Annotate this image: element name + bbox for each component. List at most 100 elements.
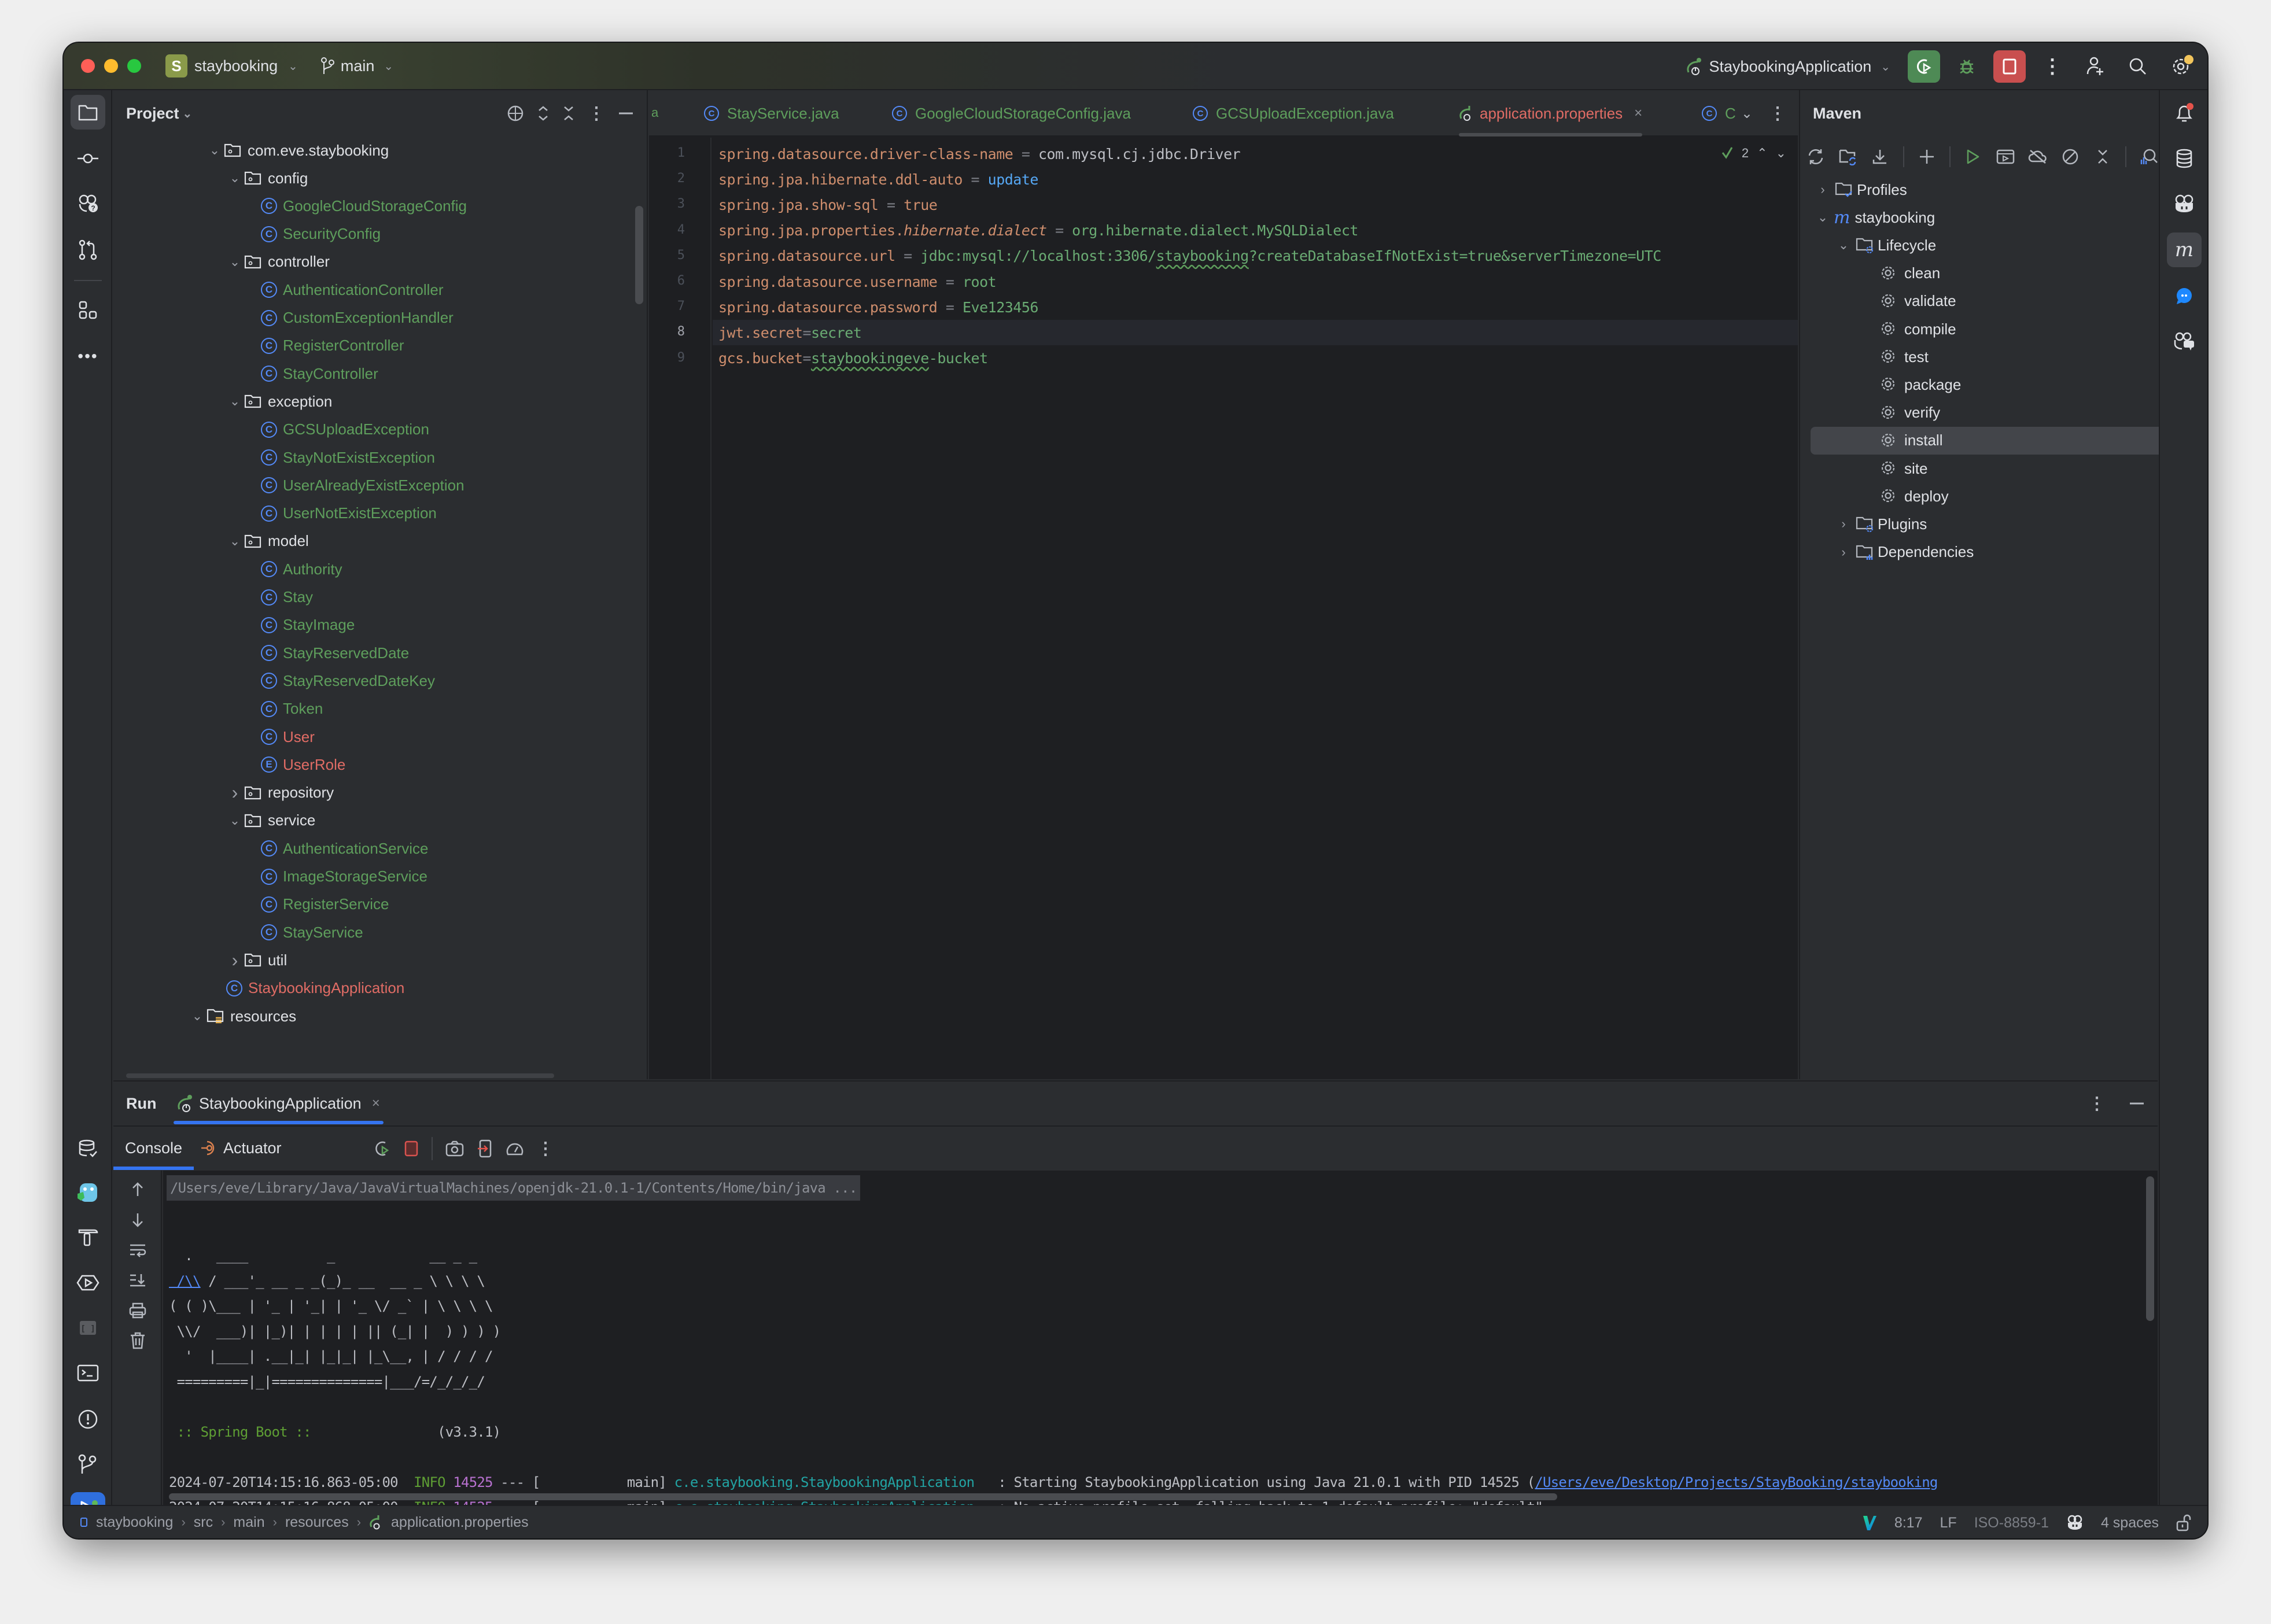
minimize-window-button[interactable] bbox=[104, 59, 118, 73]
chevron-down-icon[interactable]: ⌄ bbox=[183, 106, 193, 121]
maven-tree-item[interactable]: › Profiles bbox=[1814, 176, 1907, 204]
maven-tree-item[interactable]: compile bbox=[1880, 315, 2111, 343]
build-hammer-icon[interactable] bbox=[71, 1220, 105, 1255]
log-file-link[interactable]: /Users/eve/Desktop/Projects/StayBooking/… bbox=[1535, 1474, 1938, 1490]
import-icon[interactable] bbox=[477, 1139, 493, 1158]
download-sources-icon[interactable] bbox=[1871, 147, 1890, 167]
console-more-icon[interactable]: ⋮ bbox=[537, 1139, 554, 1159]
project-selector[interactable]: S staybooking ⌄ bbox=[165, 54, 298, 77]
debug-button[interactable] bbox=[1951, 50, 1983, 83]
log-logger[interactable]: c.e.staybooking.StaybookingApplication bbox=[674, 1499, 990, 1505]
chevron-down-icon[interactable]: ⌄ bbox=[206, 143, 223, 158]
maven-tree-item[interactable]: ⌄ Lifecycle bbox=[1835, 231, 1936, 259]
inspection-widget[interactable]: 2 ⌃ ⌄ bbox=[1721, 146, 1786, 161]
git-tool-button[interactable] bbox=[71, 1447, 105, 1482]
tree-item[interactable]: C StayReservedDate bbox=[261, 639, 409, 667]
run-maven-build-icon[interactable] bbox=[1963, 147, 1983, 167]
breadcrumb-item[interactable]: application.properties bbox=[391, 1514, 529, 1531]
code-line[interactable]: spring.jpa.show-sql = true bbox=[718, 192, 938, 217]
tree-item[interactable]: › util bbox=[226, 946, 287, 974]
tree-item[interactable]: C UserAlreadyExistException bbox=[261, 471, 464, 499]
code-line[interactable]: spring.datasource.username = root bbox=[718, 269, 997, 294]
hide-run-panel-icon[interactable] bbox=[2129, 1098, 2145, 1109]
maven-tree-item[interactable]: test bbox=[1880, 343, 2111, 371]
previous-highlight-icon[interactable]: ⌃ bbox=[1757, 146, 1767, 161]
tree-item[interactable]: ⌄ config bbox=[226, 164, 308, 192]
editor-tab[interactable]: C GCSUploadException.java bbox=[1193, 90, 1394, 136]
tree-item[interactable]: C Token bbox=[261, 695, 323, 723]
code-line[interactable]: spring.datasource.url = jdbc:mysql://loc… bbox=[718, 243, 1661, 269]
scroll-up-icon[interactable] bbox=[127, 1179, 148, 1199]
services-tool-button[interactable] bbox=[71, 1265, 105, 1300]
problems-tool-button[interactable] bbox=[71, 1402, 105, 1437]
editor-tab[interactable]: application.properties × bbox=[1459, 90, 1643, 136]
clear-all-trash-icon[interactable] bbox=[127, 1330, 148, 1351]
generate-sources-icon[interactable] bbox=[1838, 147, 1858, 167]
rerun-button[interactable] bbox=[1908, 50, 1940, 83]
tree-item[interactable]: C AuthenticationController bbox=[261, 276, 444, 304]
close-tab-icon[interactable]: × bbox=[372, 1095, 380, 1112]
java-command-line[interactable]: /Users/eve/Library/Java/JavaVirtualMachi… bbox=[167, 1175, 861, 1201]
code-line[interactable]: spring.jpa.hibernate.ddl-auto = update bbox=[718, 167, 1038, 192]
tree-item[interactable]: ⌄ exception bbox=[226, 387, 333, 415]
options-icon[interactable]: ⋮ bbox=[588, 104, 605, 124]
code-line[interactable]: spring.datasource.driver-class-name = co… bbox=[718, 141, 1241, 167]
code-line[interactable]: spring.datasource.password = Eve123456 bbox=[718, 294, 1038, 320]
editor-tab[interactable]: CC bbox=[1702, 90, 1736, 136]
copilot-help-icon[interactable]: ? bbox=[71, 186, 105, 221]
breadcrumb-item[interactable]: src bbox=[194, 1514, 213, 1531]
caret-position[interactable]: 8:17 bbox=[1894, 1515, 1923, 1531]
tree-item[interactable]: C CustomExceptionHandler bbox=[261, 304, 454, 332]
chevron-down-icon[interactable]: ⌄ bbox=[1814, 210, 1831, 225]
tree-item[interactable]: C User bbox=[261, 723, 315, 751]
chevron-down-icon[interactable]: ⌄ bbox=[226, 171, 244, 186]
tree-item[interactable]: ⌄ com.eve.staybooking bbox=[206, 136, 389, 164]
vim-plugin-icon[interactable] bbox=[1862, 1514, 1877, 1531]
chevron-down-icon[interactable]: ⌄ bbox=[189, 1009, 206, 1024]
chevron-down-icon[interactable]: ⌄ bbox=[1835, 238, 1852, 253]
maven-tree-item[interactable]: clean bbox=[1880, 260, 2111, 287]
run-configuration-selector[interactable]: StaybookingApplication ⌄ bbox=[1686, 57, 1890, 76]
project-tree-horizontal-scrollbar[interactable] bbox=[126, 1073, 554, 1078]
maven-tree-item[interactable]: verify bbox=[1880, 399, 2111, 427]
tree-item[interactable]: C StayService bbox=[261, 918, 363, 946]
expand-all-icon[interactable] bbox=[537, 105, 550, 122]
copilot-chat-icon[interactable] bbox=[2167, 324, 2202, 359]
spring-banner-link[interactable]: /\\ bbox=[169, 1273, 201, 1289]
tree-item[interactable]: C Stay bbox=[261, 584, 313, 611]
select-opened-file-icon[interactable] bbox=[507, 105, 524, 122]
breadcrumb-item[interactable]: main bbox=[233, 1514, 264, 1531]
branch-selector[interactable]: main ⌄ bbox=[320, 57, 393, 75]
chevron-down-icon[interactable]: ⌄ bbox=[226, 813, 244, 828]
editor-tab[interactable]: C GoogleCloudStorageConfig.java bbox=[892, 90, 1131, 136]
breadcrumb-item[interactable]: resources bbox=[285, 1514, 349, 1531]
indent-setting[interactable]: 4 spaces bbox=[2101, 1515, 2159, 1531]
project-tree-scrollbar[interactable] bbox=[635, 206, 643, 304]
tree-item[interactable]: C GCSUploadException bbox=[261, 416, 429, 444]
tree-item[interactable]: ⌄ controller bbox=[226, 248, 330, 276]
tree-item[interactable]: ⌄ service bbox=[226, 807, 316, 835]
tree-item[interactable]: C AuthenticationService bbox=[261, 835, 428, 862]
hide-panel-icon[interactable] bbox=[618, 105, 634, 122]
execute-goal-icon[interactable] bbox=[1996, 147, 2015, 167]
tree-item[interactable]: ⌄ model bbox=[226, 527, 309, 555]
more-actions-icon[interactable]: ⋮ bbox=[2036, 50, 2069, 83]
tree-item[interactable]: C StaybookingApplication bbox=[226, 975, 404, 1002]
tree-item[interactable]: C StayImage bbox=[261, 611, 355, 639]
project-tool-button[interactable] bbox=[71, 95, 105, 130]
code-line[interactable]: spring.jpa.properties. hibernate.dialect … bbox=[718, 218, 1358, 243]
tab-actions-icon[interactable]: ⋮ bbox=[1769, 104, 1786, 124]
database-tool-button[interactable] bbox=[71, 1131, 105, 1166]
read-only-lock-icon[interactable] bbox=[2176, 1514, 2191, 1531]
tree-item[interactable]: C GoogleCloudStorageConfig bbox=[261, 192, 467, 220]
chevron-right-icon[interactable]: › bbox=[226, 782, 244, 803]
collapse-all-icon[interactable] bbox=[562, 105, 575, 122]
analyze-dependencies-icon[interactable] bbox=[2139, 147, 2159, 167]
database-icon[interactable] bbox=[2167, 141, 2202, 176]
chevron-right-icon[interactable]: › bbox=[226, 950, 244, 971]
tree-item[interactable]: C SecurityConfig bbox=[261, 220, 381, 248]
stop-icon[interactable] bbox=[404, 1140, 419, 1157]
maven-tree-item[interactable]: deploy bbox=[1880, 482, 2111, 510]
console-tab[interactable]: Console bbox=[113, 1126, 194, 1170]
copilot-icon[interactable] bbox=[2167, 186, 2202, 221]
